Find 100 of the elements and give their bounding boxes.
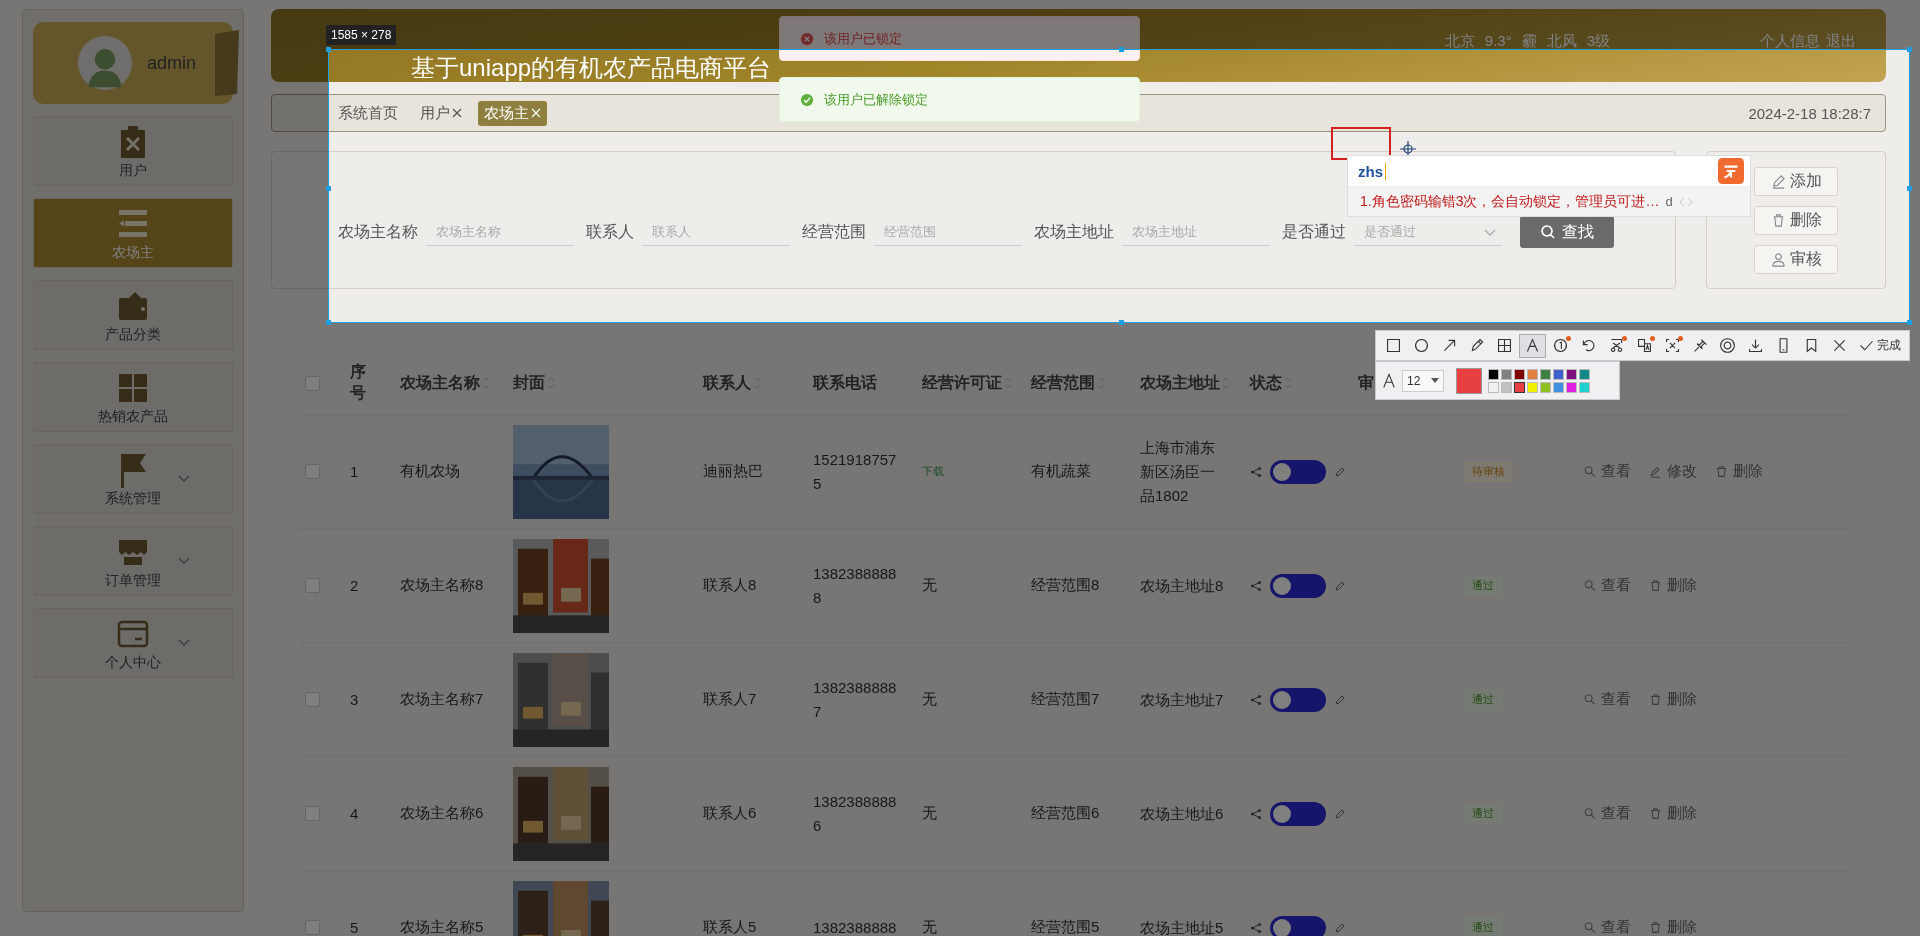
page-tab[interactable]: 用户: [414, 100, 468, 126]
color-swatch[interactable]: [1514, 368, 1525, 380]
share-icon[interactable]: [1250, 465, 1262, 478]
resize-handle[interactable]: [1119, 47, 1124, 52]
chevron-down-icon[interactable]: [1484, 229, 1496, 237]
toggle-switch[interactable]: [1270, 573, 1326, 598]
resize-handle[interactable]: [326, 47, 331, 52]
row-action-link[interactable]: 删除: [1649, 576, 1697, 595]
toast-text: 该用户已解除锁定: [824, 90, 928, 109]
resize-handle[interactable]: [1907, 186, 1912, 191]
menu-item[interactable]: 订单管理: [33, 526, 233, 596]
input-field[interactable]: 联系人: [642, 218, 790, 246]
pencil-icon[interactable]: [1334, 465, 1346, 478]
menu-item[interactable]: 个人中心: [33, 608, 233, 678]
row-action-link[interactable]: 查看: [1583, 804, 1631, 823]
color-swatch[interactable]: [1579, 368, 1590, 380]
input-field[interactable]: 农场主地址: [1122, 218, 1270, 246]
color-swatch[interactable]: [1566, 368, 1577, 380]
row-action-link[interactable]: 删除: [1649, 918, 1697, 936]
color-swatch[interactable]: [1501, 381, 1512, 393]
ime-candidate[interactable]: 1.角色密码输错3次，会自动锁定，管理员可进…: [1360, 192, 1660, 211]
font-size-select[interactable]: 12: [1402, 369, 1444, 392]
menu-item[interactable]: 热销农产品: [33, 362, 233, 432]
caret-icon[interactable]: [1431, 378, 1439, 383]
column-header[interactable]: 农场主名称: [400, 372, 480, 394]
share-icon[interactable]: [1250, 807, 1262, 820]
page-tab[interactable]: 系统首页: [332, 100, 404, 126]
column-header[interactable]: 联系电话: [813, 372, 877, 394]
checkbox[interactable]: [305, 578, 320, 593]
color-swatch[interactable]: [1488, 381, 1499, 393]
resize-handle[interactable]: [326, 320, 331, 325]
search-icon: [1583, 464, 1596, 479]
toggle-switch[interactable]: [1270, 915, 1326, 936]
header-link[interactable]: 退出: [1826, 32, 1856, 51]
done-button[interactable]: 完成: [1854, 337, 1905, 354]
toggle-switch[interactable]: [1270, 459, 1326, 484]
row-action-link[interactable]: 查看: [1583, 918, 1631, 936]
color-swatch[interactable]: [1553, 368, 1564, 380]
pencil-icon[interactable]: [1334, 807, 1346, 820]
text-button[interactable]: [1519, 333, 1547, 358]
pencil-icon[interactable]: [1334, 921, 1346, 934]
color-swatch[interactable]: [1514, 381, 1525, 393]
pencil-icon[interactable]: [1334, 693, 1346, 706]
row-action-link[interactable]: 删除: [1649, 690, 1697, 709]
ime-input[interactable]: zhs: [1358, 162, 1386, 180]
row-action-link[interactable]: 删除: [1715, 462, 1763, 481]
color-swatch[interactable]: [1540, 381, 1551, 393]
input-field[interactable]: 农场主名称: [426, 218, 574, 246]
action-button[interactable]: 删除: [1754, 205, 1838, 235]
row-action-link[interactable]: 删除: [1649, 804, 1697, 823]
row-action-link[interactable]: 查看: [1583, 462, 1631, 481]
site-title: 基于uniapp的有机农产品电商平台: [411, 53, 772, 83]
search-button[interactable]: 查找: [1520, 216, 1614, 248]
resize-handle[interactable]: [326, 186, 331, 191]
header-link[interactable]: 个人信息: [1760, 32, 1820, 51]
row-action-link[interactable]: 修改: [1649, 462, 1697, 481]
column-header[interactable]: 序号: [350, 362, 368, 404]
color-swatch[interactable]: [1553, 381, 1564, 393]
resize-handle[interactable]: [1907, 47, 1912, 52]
column-header[interactable]: 审: [1358, 372, 1374, 394]
color-swatch[interactable]: [1566, 381, 1577, 393]
column-header[interactable]: 经营许可证: [922, 372, 1002, 394]
color-swatch[interactable]: [1527, 381, 1538, 393]
color-swatch[interactable]: [1488, 368, 1499, 380]
menu-item[interactable]: 系统管理: [33, 444, 233, 514]
checkbox[interactable]: [305, 806, 320, 821]
resize-handle[interactable]: [1907, 320, 1912, 325]
action-button[interactable]: 审核: [1754, 244, 1838, 274]
select-field[interactable]: 是否通过: [1354, 218, 1502, 246]
checkbox[interactable]: [305, 692, 320, 707]
menu-item[interactable]: 农场主: [33, 198, 233, 268]
checkbox[interactable]: [305, 464, 320, 479]
share-icon[interactable]: [1250, 921, 1262, 934]
color-swatch[interactable]: [1540, 368, 1551, 380]
menu-item[interactable]: 用户: [33, 116, 233, 186]
row-action-link[interactable]: 查看: [1583, 576, 1631, 595]
close-icon[interactable]: [452, 108, 462, 118]
resize-handle[interactable]: [1119, 320, 1124, 325]
toggle-switch[interactable]: [1270, 687, 1326, 712]
color-swatch[interactable]: [1579, 381, 1590, 393]
color-swatch[interactable]: [1527, 368, 1538, 380]
pencil-icon[interactable]: [1334, 579, 1346, 592]
menu-item[interactable]: 产品分类: [33, 280, 233, 350]
ime-candidate[interactable]: d: [1665, 194, 1673, 209]
page-tab[interactable]: 农场主: [478, 100, 547, 126]
input-field[interactable]: 经营范围: [874, 218, 1022, 246]
column-header[interactable]: 状态: [1250, 372, 1282, 394]
color-swatch[interactable]: [1501, 368, 1512, 380]
toggle-switch[interactable]: [1270, 801, 1326, 826]
download-link[interactable]: 下载: [922, 464, 944, 479]
checkbox[interactable]: [305, 375, 320, 391]
checkbox[interactable]: [305, 920, 320, 935]
share-icon[interactable]: [1250, 579, 1262, 592]
column-header[interactable]: 封面: [513, 372, 545, 394]
action-button[interactable]: 添加: [1754, 166, 1838, 196]
column-header[interactable]: 农场主地址: [1140, 372, 1220, 394]
share-icon[interactable]: [1250, 693, 1262, 706]
row-action-link[interactable]: 查看: [1583, 690, 1631, 709]
column-header[interactable]: 联系人: [703, 372, 751, 394]
column-header[interactable]: 经营范围: [1031, 372, 1095, 394]
